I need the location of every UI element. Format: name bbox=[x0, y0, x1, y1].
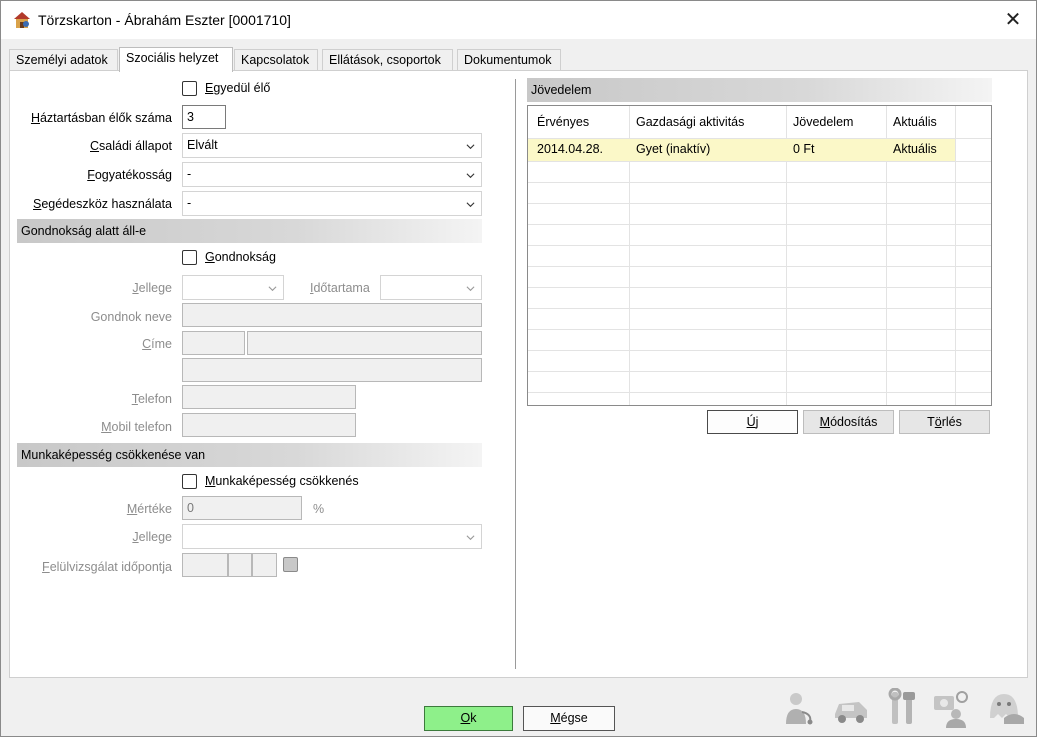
car-icon[interactable] bbox=[831, 688, 871, 728]
tab-szemelyi-adatok[interactable]: Személyi adatok bbox=[9, 49, 118, 71]
idotartama-label: Időtartama bbox=[310, 281, 370, 295]
felulvizsgalat-day-input[interactable] bbox=[252, 553, 277, 577]
telefon-label: Telefon bbox=[131, 392, 172, 406]
egyedul-elo-checkbox[interactable] bbox=[182, 81, 197, 96]
cell-ervenyes: 2014.04.28. bbox=[537, 142, 604, 156]
column-line bbox=[955, 106, 956, 405]
mobil-telefon-label: Mobil telefon bbox=[101, 420, 172, 434]
row-line bbox=[528, 308, 991, 309]
jovedelem-table[interactable]: Érvényes Gazdasági aktivitás Jövedelem A… bbox=[527, 105, 992, 406]
tab-ellatasok-csoportok[interactable]: Ellátások, csoportok bbox=[322, 49, 453, 71]
chevron-down-icon bbox=[466, 173, 475, 179]
csaladi-allapot-value: Elvált bbox=[187, 138, 218, 152]
munkakepesseg-section-header: Munkaképesség csökkenése van bbox=[17, 443, 482, 467]
jellege2-select[interactable] bbox=[182, 524, 482, 549]
modositas-button[interactable]: Módosítás bbox=[803, 410, 894, 434]
mobil-telefon-input[interactable] bbox=[182, 413, 356, 437]
cell-jovedelem: 0 Ft bbox=[793, 142, 815, 156]
gondnoksag-checkbox[interactable] bbox=[182, 250, 197, 265]
jellege-select[interactable] bbox=[182, 275, 284, 300]
house-icon bbox=[14, 12, 30, 28]
csaladi-allapot-label: Családi állapot bbox=[90, 139, 172, 153]
row-line bbox=[528, 182, 991, 183]
calendar-icon[interactable] bbox=[283, 557, 298, 572]
telefon-input[interactable] bbox=[182, 385, 356, 409]
segedeszkoz-value: - bbox=[187, 196, 192, 210]
jellege2-label: Jellege bbox=[132, 530, 172, 544]
haztartas-input[interactable]: 3 bbox=[182, 105, 226, 129]
fogyatekossag-value: - bbox=[187, 167, 192, 181]
uj-button[interactable]: Új bbox=[707, 410, 798, 434]
cime-label: Címe bbox=[142, 337, 172, 351]
munkakepesseg-checkbox[interactable] bbox=[182, 474, 197, 489]
camera-person-icon[interactable] bbox=[932, 688, 972, 728]
gondnok-neve-input[interactable] bbox=[182, 303, 482, 327]
cime-utca-input[interactable] bbox=[182, 358, 482, 382]
doctor-icon[interactable] bbox=[782, 688, 818, 728]
column-header-ervenyes[interactable]: Érvényes bbox=[537, 115, 589, 129]
chevron-down-icon bbox=[268, 286, 277, 292]
torles-button[interactable]: Törlés bbox=[899, 410, 990, 434]
chevron-down-icon bbox=[466, 144, 475, 150]
cime-irsz-input[interactable] bbox=[182, 331, 245, 355]
row-line bbox=[528, 203, 991, 204]
window-title: Törzskarton - Ábrahám Eszter [0001710] bbox=[38, 12, 291, 28]
felulvizsgalat-label: Felülvizsgálat időpontja bbox=[42, 560, 172, 574]
munkakepesseg-label: Munkaképesség csökkenés bbox=[205, 474, 359, 488]
segedeszkoz-label: Segédeszköz használata bbox=[33, 197, 172, 211]
cancel-button[interactable]: Mégse bbox=[523, 706, 615, 731]
chevron-down-icon bbox=[466, 535, 475, 541]
jovedelem-section-header: Jövedelem bbox=[527, 78, 992, 102]
percent-label: % bbox=[313, 502, 325, 516]
row-line bbox=[528, 245, 991, 246]
cell-aktualis: Aktuális bbox=[893, 142, 937, 156]
row-line bbox=[528, 224, 991, 225]
idotartama-select[interactable] bbox=[380, 275, 482, 300]
column-divider bbox=[515, 79, 516, 669]
chevron-down-icon bbox=[466, 202, 475, 208]
title-bar: Törzskarton - Ábrahám Eszter [0001710] ✕ bbox=[1, 1, 1036, 39]
merteke-input[interactable]: 0 bbox=[182, 496, 302, 520]
cell-gazdasagi-aktivitas: Gyet (inaktív) bbox=[636, 142, 711, 156]
ghost-icon[interactable] bbox=[984, 688, 1026, 728]
haztartas-label: Háztartásban élők száma bbox=[30, 111, 172, 125]
gondnoksag-section-header: Gondnokság alatt áll-e bbox=[17, 219, 482, 243]
dialog-window: Törzskarton - Ábrahám Eszter [0001710] ✕… bbox=[0, 0, 1037, 737]
csaladi-allapot-select[interactable]: Elvált bbox=[182, 133, 482, 158]
cime-varos-input[interactable] bbox=[247, 331, 482, 355]
ok-button[interactable]: Ok bbox=[424, 706, 513, 731]
row-line bbox=[528, 350, 991, 351]
tools-icon[interactable] bbox=[884, 688, 920, 728]
egyedul-elo-label: Egyedül élő bbox=[205, 81, 271, 95]
row-line bbox=[528, 392, 991, 393]
gondnok-neve-label: Gondnok neve bbox=[90, 310, 172, 324]
row-line bbox=[528, 287, 991, 288]
column-header-gazdasagi-aktivitas[interactable]: Gazdasági aktivitás bbox=[636, 115, 744, 129]
row-line bbox=[528, 371, 991, 372]
fogyatekossag-label: Fogyatékosság bbox=[87, 168, 172, 182]
column-header-aktualis[interactable]: Aktuális bbox=[893, 115, 937, 129]
row-line bbox=[528, 161, 991, 162]
segedeszkoz-select[interactable]: - bbox=[182, 191, 482, 216]
felulvizsgalat-year-input[interactable] bbox=[182, 553, 228, 577]
tab-kapcsolatok[interactable]: Kapcsolatok bbox=[234, 49, 318, 71]
felulvizsgalat-month-input[interactable] bbox=[228, 553, 252, 577]
row-line bbox=[528, 138, 991, 139]
jellege-label: Jellege bbox=[132, 281, 172, 295]
tab-dokumentumok[interactable]: Dokumentumok bbox=[457, 49, 561, 71]
chevron-down-icon bbox=[466, 286, 475, 292]
column-header-jovedelem[interactable]: Jövedelem bbox=[793, 115, 853, 129]
gondnoksag-label: Gondnokság bbox=[205, 250, 276, 264]
merteke-label: Mértéke bbox=[126, 502, 172, 516]
fogyatekossag-select[interactable]: - bbox=[182, 162, 482, 187]
tab-szocialis-helyzet[interactable]: Szociális helyzet bbox=[119, 47, 233, 72]
row-line bbox=[528, 329, 991, 330]
row-line bbox=[528, 266, 991, 267]
close-button[interactable]: ✕ bbox=[1000, 7, 1026, 33]
